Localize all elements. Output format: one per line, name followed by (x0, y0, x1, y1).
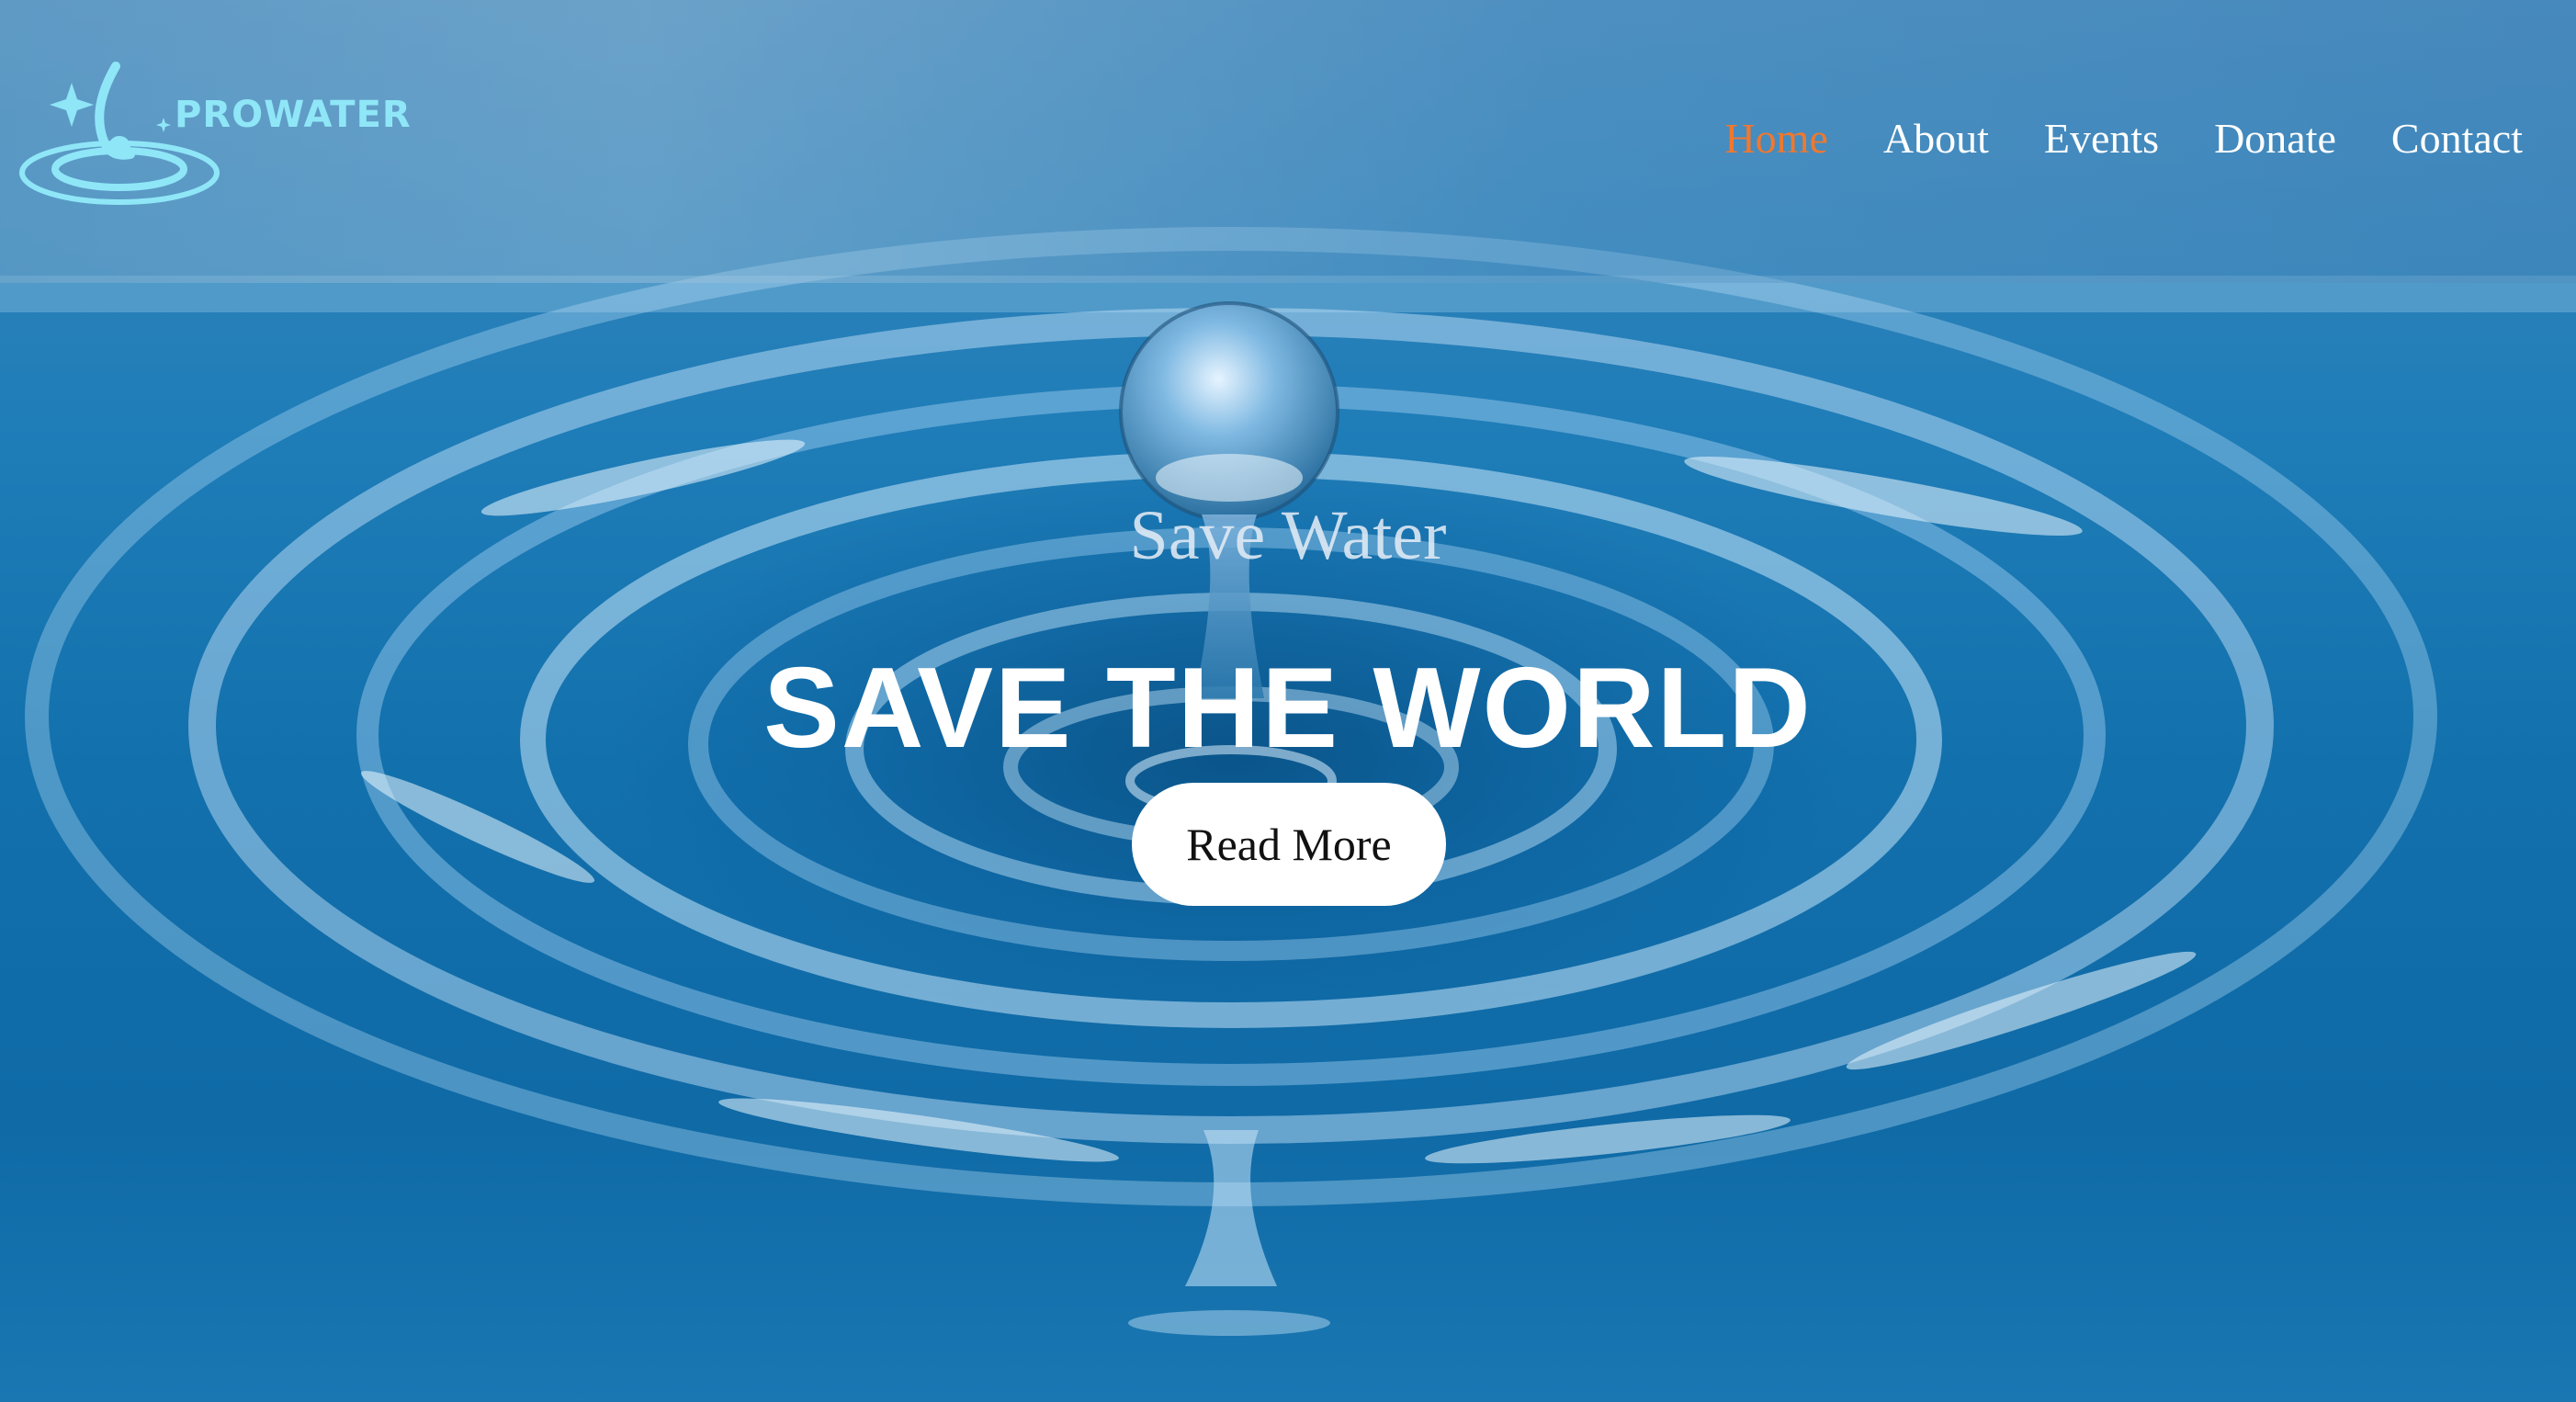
logo[interactable]: PROWATER (17, 55, 411, 211)
read-more-button[interactable]: Read More (1132, 783, 1446, 906)
hero-title: SAVE THE WORLD (763, 645, 1813, 772)
nav-about[interactable]: About (1883, 114, 1989, 163)
brand-name: PROWATER (175, 94, 412, 136)
main-nav: Home About Events Donate Contact (1724, 114, 2523, 163)
hero-subtitle: Save Water (1129, 497, 1447, 574)
hero-section: PROWATER Home About Events Donate Contac… (0, 0, 2576, 1402)
nav-events[interactable]: Events (2044, 114, 2159, 163)
nav-home[interactable]: Home (1724, 114, 1827, 163)
nav-donate[interactable]: Donate (2214, 114, 2336, 163)
nav-contact[interactable]: Contact (2391, 114, 2523, 163)
